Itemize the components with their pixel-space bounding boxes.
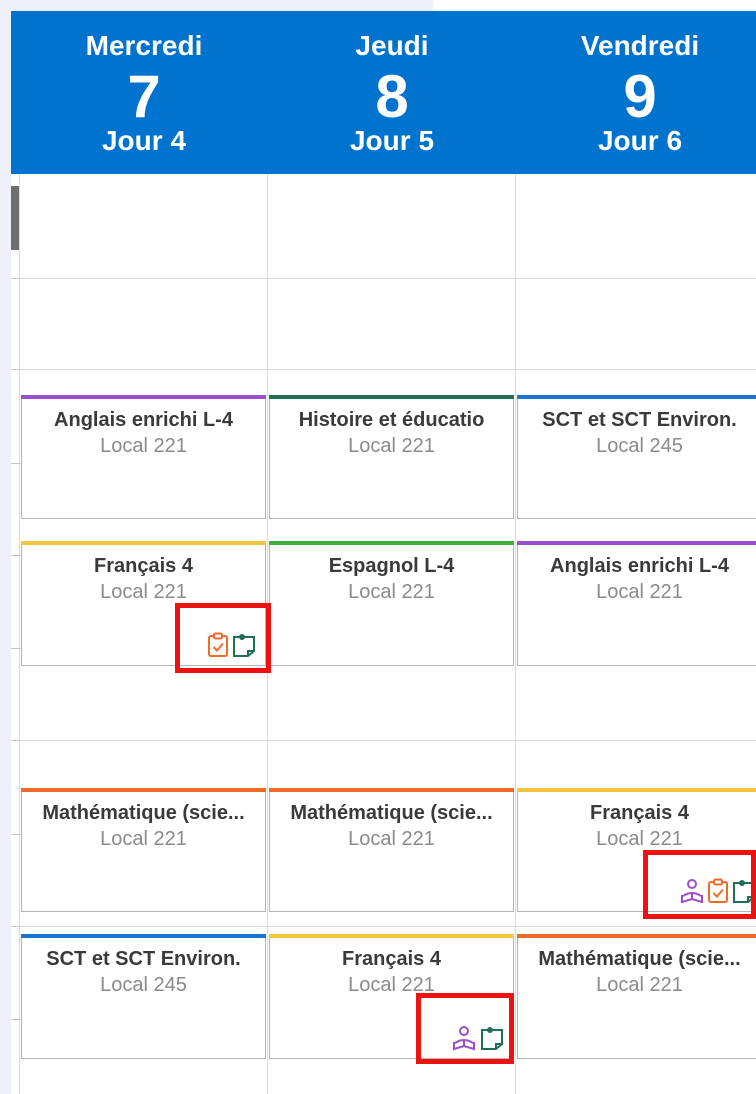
event-english-wednesday[interactable]: Anglais enrichi L-4 Local 221 (21, 395, 266, 519)
note-icon[interactable] (231, 632, 257, 658)
event-room: Local 221 (348, 581, 435, 603)
grid-column-line (267, 174, 268, 1094)
subject-color-bar (517, 934, 756, 938)
subject-color-bar (269, 395, 514, 399)
time-tick (11, 278, 21, 279)
grid-row-line (11, 740, 756, 741)
subject-color-bar (21, 541, 266, 545)
event-french-wednesday[interactable]: Français 4 Local 221 (21, 541, 266, 666)
subject-color-bar (21, 934, 266, 938)
event-room: Local 221 (100, 581, 187, 603)
time-tick (11, 926, 21, 927)
event-room: Local 245 (596, 435, 683, 457)
event-title: Espagnol L-4 (328, 555, 455, 577)
time-grid: Anglais enrichi L-4 Local 221 Histoire e… (11, 174, 756, 1094)
event-room: Local 221 (596, 974, 683, 996)
event-spanish-thursday[interactable]: Espagnol L-4 Local 221 (269, 541, 514, 666)
student-reading-icon[interactable] (679, 878, 705, 904)
subject-color-bar (269, 541, 514, 545)
event-english-friday[interactable]: Anglais enrichi L-4 Local 221 (517, 541, 756, 666)
subject-color-bar (517, 395, 756, 399)
event-science-friday[interactable]: SCT et SCT Environ. Local 245 (517, 395, 756, 519)
subject-color-bar (21, 788, 266, 792)
day-number: 9 (623, 63, 657, 130)
event-room: Local 221 (596, 828, 683, 850)
event-icons (207, 630, 257, 658)
event-math-friday[interactable]: Mathématique (scie... Local 221 (517, 934, 756, 1059)
day-number: 8 (375, 63, 409, 130)
assignment-icon[interactable] (207, 632, 229, 658)
event-room: Local 221 (100, 828, 187, 850)
subject-color-bar (517, 788, 756, 792)
event-icons (451, 1023, 505, 1051)
event-room: Local 221 (100, 435, 187, 457)
grid-row-line (11, 926, 756, 927)
grid-row-line (11, 278, 756, 279)
event-title: SCT et SCT Environ. (46, 948, 241, 970)
note-icon[interactable] (479, 1025, 505, 1051)
event-title: Anglais enrichi L-4 (54, 409, 233, 431)
subject-color-bar (269, 788, 514, 792)
day-name: Vendredi (580, 30, 700, 61)
event-title: Mathématique (scie... (290, 802, 493, 824)
student-reading-icon[interactable] (451, 1025, 477, 1051)
event-french-friday[interactable]: Français 4 Local 221 (517, 788, 756, 912)
event-title: Mathématique (scie... (538, 948, 741, 970)
event-icons (679, 876, 756, 904)
time-tick (11, 834, 21, 835)
event-title: SCT et SCT Environ. (542, 409, 737, 431)
grid-column-line (19, 174, 20, 1094)
assignment-icon[interactable] (707, 878, 729, 904)
event-title: Français 4 (94, 555, 193, 577)
event-room: Local 221 (348, 974, 435, 996)
event-title: Mathématique (scie... (42, 802, 245, 824)
week-calendar: Mercredi 7 Jour 4 Jeudi 8 Jour 5 Vendred… (11, 11, 756, 1094)
day-number: 7 (127, 63, 161, 130)
event-room: Local 221 (348, 435, 435, 457)
event-title: Français 4 (590, 802, 689, 824)
event-math-thursday[interactable]: Mathématique (scie... Local 221 (269, 788, 514, 912)
day-header-wednesday[interactable]: Mercredi 7 Jour 4 (20, 11, 268, 174)
grid-row-line (11, 369, 756, 370)
event-room: Local 221 (348, 828, 435, 850)
event-title: Anglais enrichi L-4 (550, 555, 729, 577)
time-tick (11, 463, 21, 464)
event-history-thursday[interactable]: Histoire et éducatio Local 221 (269, 395, 514, 519)
time-tick (11, 555, 21, 556)
event-room: Local 245 (100, 974, 187, 996)
time-tick (11, 1019, 21, 1020)
event-room: Local 221 (596, 581, 683, 603)
time-tick (11, 648, 21, 649)
day-header-friday[interactable]: Vendredi 9 Jour 6 (516, 11, 756, 174)
time-tick (11, 369, 21, 370)
subject-color-bar (517, 541, 756, 545)
day-cycle: Jour 6 (597, 125, 683, 156)
day-header-thursday[interactable]: Jeudi 8 Jour 5 (268, 11, 516, 174)
subject-color-bar (21, 395, 266, 399)
grid-column-line (515, 174, 516, 1094)
scroll-indicator[interactable] (11, 186, 19, 250)
note-icon[interactable] (731, 878, 756, 904)
schedule-screen: Mercredi 7 Jour 4 Jeudi 8 Jour 5 Vendred… (0, 0, 756, 1094)
day-name: Jeudi (355, 30, 429, 61)
day-cycle: Jour 5 (349, 125, 435, 156)
event-math-wednesday[interactable]: Mathématique (scie... Local 221 (21, 788, 266, 912)
event-title: Français 4 (342, 948, 441, 970)
time-tick (11, 740, 21, 741)
day-name: Mercredi (85, 30, 203, 61)
day-header-bar: Mercredi 7 Jour 4 Jeudi 8 Jour 5 Vendred… (11, 11, 756, 174)
event-science-wednesday[interactable]: SCT et SCT Environ. Local 245 (21, 934, 266, 1059)
event-title: Histoire et éducatio (298, 409, 485, 431)
subject-color-bar (269, 934, 514, 938)
event-french-thursday[interactable]: Français 4 Local 221 (269, 934, 514, 1059)
day-cycle: Jour 4 (101, 125, 187, 156)
